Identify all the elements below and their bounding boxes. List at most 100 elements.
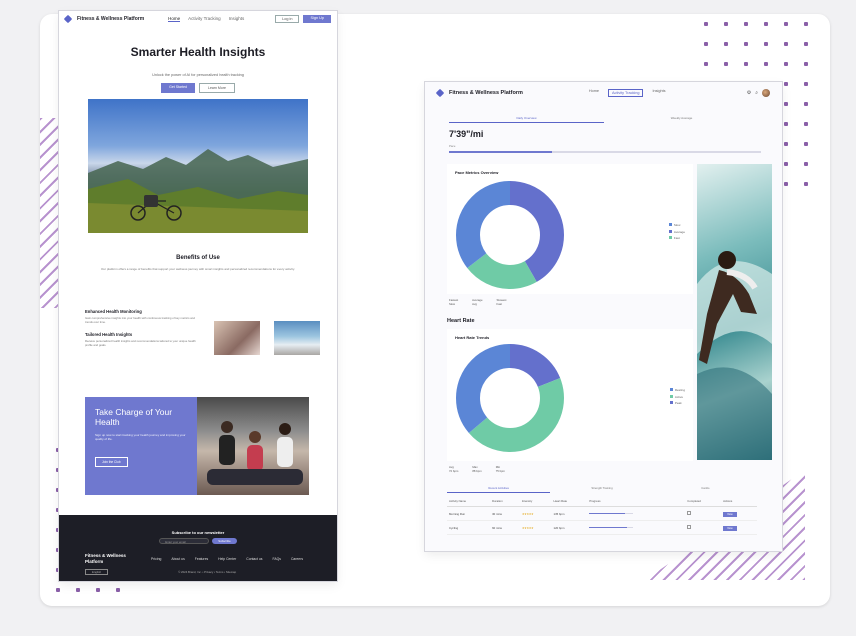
completed-checkbox[interactable] [687, 525, 692, 529]
cell-progress [587, 506, 686, 521]
language-select[interactable]: English [85, 569, 109, 575]
decor-dot [804, 82, 808, 86]
cell-activity-name: Cycling [447, 520, 491, 535]
subscribe-button[interactable]: Subscribe [212, 538, 237, 544]
col-header[interactable]: Activity Name [447, 496, 491, 507]
stat-value: 88 bpm [472, 469, 482, 473]
view-button[interactable]: View [723, 511, 737, 517]
stat-value: 75 bpm [495, 469, 506, 473]
decor-dot [744, 42, 748, 46]
heart-rate-legend: Resting Active Peak [669, 387, 685, 407]
col-header[interactable]: Progress [587, 496, 686, 507]
progress-bar [589, 526, 634, 529]
nav-link-insights[interactable]: Insights [229, 16, 245, 22]
footer-link-pricing[interactable]: Pricing [151, 557, 161, 561]
get-started-button[interactable]: Get Started [161, 83, 195, 93]
col-header[interactable]: Actions [721, 496, 757, 507]
decor-dot [804, 162, 808, 166]
stat-value: Fast [496, 302, 502, 306]
col-header[interactable]: Completed [685, 496, 722, 507]
landing-navbar: Fitness & Wellness Platform Home Activit… [59, 11, 337, 27]
newsletter-email-input[interactable]: Enter your email [159, 538, 210, 544]
decor-dot [784, 62, 788, 66]
pace-legend: Slow Average Fast [668, 222, 685, 242]
hero-mountain-image [88, 99, 308, 233]
cell-actions: View [721, 506, 757, 521]
decor-dot [784, 82, 788, 86]
stat-value: 72 bpm [449, 469, 459, 473]
login-button[interactable]: Log in [275, 15, 300, 23]
benefits-list: Enhanced Health Monitoring Gain comprehe… [85, 309, 203, 355]
footer-link-help[interactable]: Help Center [218, 557, 236, 561]
nav-link-home[interactable]: Home [168, 16, 181, 22]
footer-link-contact[interactable]: Contact us [246, 557, 262, 561]
cell-duration: 30 mins [490, 506, 520, 521]
activity-table: Activity Name Duration Intensity Heart R… [447, 496, 757, 535]
banner-title: Take Charge of Your Health [95, 407, 173, 427]
tab-cardio[interactable]: Cardio [654, 486, 757, 493]
brand-name[interactable]: Fitness & Wellness Platform [77, 16, 144, 22]
decor-dot [724, 42, 728, 46]
tab-strength[interactable]: Strength Training [550, 486, 653, 493]
completed-checkbox[interactable] [687, 511, 692, 515]
nav-link-insights[interactable]: Insights [652, 89, 665, 97]
nav-link-home[interactable]: Home [589, 89, 599, 97]
card-title: Pace Metrics Overview [455, 170, 499, 175]
table-row: Morning Run 30 mins ★★★★★ 135 bpm View [447, 506, 757, 521]
table-row: Cycling 60 mins ★★★★★ 120 bpm View [447, 520, 757, 535]
col-header[interactable]: Heart Rate [551, 496, 588, 507]
decor-dot [804, 42, 808, 46]
decor-dot [784, 102, 788, 106]
cta-banner: Take Charge of Your Health Sign up now t… [85, 397, 309, 495]
pace-label: Pace [449, 144, 456, 148]
brand-logo-icon [63, 14, 73, 24]
join-club-button[interactable]: Join the Club [95, 457, 128, 467]
view-button[interactable]: View [723, 525, 737, 531]
legend-active: Active [674, 394, 683, 399]
footer-link-faqs[interactable]: FAQs [272, 557, 280, 561]
decor-dot [704, 42, 708, 46]
tab-weekly[interactable]: Weekly Average [604, 116, 759, 123]
signup-button[interactable]: Sign Up [303, 15, 331, 23]
tab-recent[interactable]: Recent Activities [447, 486, 551, 493]
banner-photo-group [197, 397, 309, 495]
pace-value: 7'39"/mi [449, 129, 484, 139]
progress-bar [589, 512, 634, 515]
decor-dot [116, 588, 120, 592]
footer-link-careers[interactable]: Careers [291, 557, 303, 561]
footer-link-features[interactable]: Features [195, 557, 208, 561]
nav-link-activity[interactable]: Activity Tracking [188, 16, 221, 22]
brand-name[interactable]: Fitness & Wellness Platform [449, 90, 523, 96]
nav-links: Home Activity Tracking Insights [168, 16, 244, 22]
decor-dot [704, 22, 708, 26]
learn-more-button[interactable]: Learn More [199, 83, 235, 93]
decor-dot [764, 62, 768, 66]
decor-dot [76, 588, 80, 592]
decor-dot [804, 182, 808, 186]
col-header[interactable]: Intensity [519, 496, 552, 507]
footer-link-about[interactable]: About us [171, 557, 184, 561]
dashboard-navbar: Fitness & Wellness Platform Home Activit… [425, 82, 782, 104]
benefit-1-title: Enhanced Health Monitoring [85, 309, 142, 314]
decor-dot [96, 588, 100, 592]
surfer-photo [697, 164, 772, 460]
pace-donut-chart [456, 181, 564, 289]
decor-dot [704, 62, 708, 66]
settings-icon[interactable]: ⚙ [747, 90, 751, 96]
decor-dot [804, 122, 808, 126]
col-header[interactable]: Duration [490, 496, 520, 507]
footer-brand[interactable]: Fitness & Wellness Platform [85, 553, 145, 565]
nav-link-activity[interactable]: Activity Tracking [608, 89, 644, 97]
legend-resting: Resting [674, 388, 685, 392]
heart-rate-donut-chart [456, 344, 564, 452]
cell-intensity-stars: ★★★★★ [519, 506, 552, 521]
user-avatar[interactable] [762, 89, 770, 97]
decor-dot [784, 142, 788, 146]
stat-value: Slow [449, 302, 456, 306]
search-icon[interactable]: ⌕ [755, 90, 758, 96]
cell-actions: View [721, 520, 757, 535]
newsletter-title: Subscribe to our newsletter [171, 530, 225, 535]
decor-dot [744, 22, 748, 26]
decor-dot [744, 62, 748, 66]
tab-daily[interactable]: Daily Overview [449, 116, 604, 123]
